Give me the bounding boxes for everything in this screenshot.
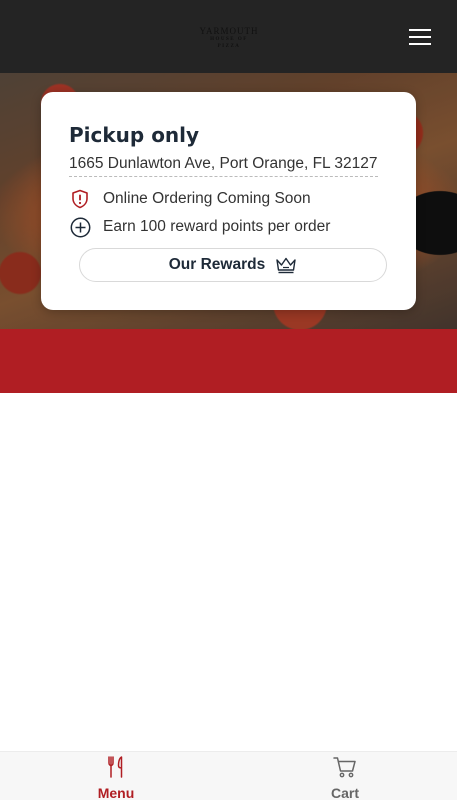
category-banner [0, 329, 457, 393]
cart-icon [333, 755, 357, 779]
ordering-notice-text: Online Ordering Coming Soon [103, 190, 311, 207]
hamburger-menu-button[interactable] [404, 22, 436, 52]
fork-knife-icon [106, 755, 126, 779]
our-rewards-button[interactable]: Our Rewards [79, 248, 387, 282]
nav-menu-tab[interactable]: Menu [56, 752, 176, 800]
nav-cart-label: Cart [330, 785, 359, 800]
shield-alert-icon [69, 188, 91, 210]
page: YARMOUTH HOUSE OF PIZZA Pickup only 1665… [0, 0, 457, 800]
bottom-navigation: Menu Cart [0, 751, 457, 800]
nav-menu-label: Menu [97, 785, 135, 800]
rewards-notice: Earn 100 reward points per order [69, 216, 330, 238]
nav-cart-tab[interactable]: Cart [285, 752, 405, 800]
logo-name: YARMOUTH [199, 26, 259, 36]
hamburger-icon [409, 29, 431, 45]
our-rewards-label: Our Rewards [168, 256, 266, 273]
pickup-title: Pickup only [69, 123, 200, 147]
store-address-link[interactable]: 1665 Dunlawton Ave, Port Orange, FL 3212… [69, 155, 378, 177]
plus-circle-icon [69, 216, 91, 238]
logo-subtitle: HOUSE OF PIZZA [210, 37, 248, 49]
rewards-notice-text: Earn 100 reward points per order [103, 218, 331, 235]
crown-icon [276, 257, 296, 274]
restaurant-logo[interactable]: YARMOUTH HOUSE OF PIZZA [198, 26, 260, 50]
location-card: Pickup only 1665 Dunlawton Ave, Port Ora… [41, 92, 416, 310]
top-header: YARMOUTH HOUSE OF PIZZA [0, 0, 457, 73]
ordering-notice: Online Ordering Coming Soon [69, 188, 311, 210]
